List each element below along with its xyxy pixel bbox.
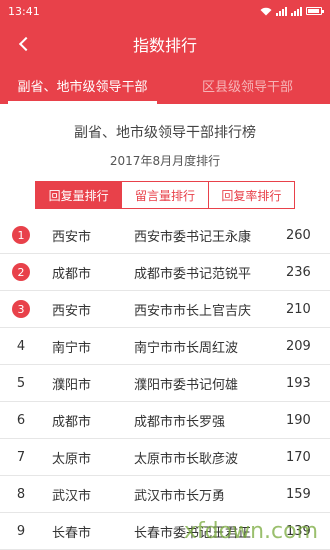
back-button[interactable] <box>10 30 38 58</box>
rank-number: 7 <box>16 449 26 465</box>
official-name: 成都市委书记范锐平 <box>134 266 252 282</box>
rank-badge: 3 <box>12 300 30 318</box>
signal-icon-2 <box>291 6 302 16</box>
segment-reply-count[interactable]: 回复量排行 <box>36 182 123 208</box>
official-name: 西安市市长上官吉庆 <box>134 303 252 319</box>
wifi-icon <box>260 7 272 15</box>
list-item[interactable]: 5 濮阳市 濮阳市委书记何雄 193 <box>0 365 330 402</box>
signal-icon <box>276 6 287 16</box>
official-name: 西安市委书记王永康 <box>134 229 252 245</box>
reply-count: 170 <box>286 449 311 465</box>
watermark: xfdown.com <box>183 519 318 544</box>
reply-count: 159 <box>286 486 311 502</box>
rank-number: 8 <box>16 486 26 502</box>
official-name: 武汉市市长万勇 <box>134 488 226 504</box>
rank-number: 6 <box>16 412 26 428</box>
status-time: 13:41 <box>8 4 40 18</box>
city-name: 太原市 <box>52 451 92 467</box>
rank-number: 5 <box>16 375 26 391</box>
reply-count: 210 <box>286 301 311 317</box>
official-name: 南宁市市长周红波 <box>134 340 239 356</box>
city-name: 长春市 <box>52 525 92 541</box>
list-item[interactable]: 3 西安市 西安市市长上官吉庆 210 <box>0 291 330 328</box>
official-name: 太原市市长耿彦波 <box>134 451 239 467</box>
reply-count: 260 <box>286 227 311 243</box>
tab-county-district[interactable]: 区县级领导干部 <box>165 66 330 104</box>
rank-badge: 2 <box>12 263 30 281</box>
reply-count: 193 <box>286 375 311 391</box>
city-name: 南宁市 <box>52 340 92 356</box>
segment-reply-rate[interactable]: 回复率排行 <box>208 182 294 208</box>
official-name: 濮阳市委书记何雄 <box>134 377 239 393</box>
city-name: 成都市 <box>52 414 92 430</box>
list-item[interactable]: 6 成都市 成都市市长罗强 190 <box>0 402 330 439</box>
tab-bar: 副省、地市级领导干部 区县级领导干部 <box>0 66 330 104</box>
rank-badge: 1 <box>12 226 30 244</box>
list-item[interactable]: 4 南宁市 南宁市市长周红波 209 <box>0 328 330 365</box>
reply-count: 236 <box>286 264 311 280</box>
list-item[interactable]: 1 西安市 西安市委书记王永康 260 <box>0 217 330 254</box>
ranking-period: 2017年8月月度排行 <box>109 154 221 168</box>
rank-number: 9 <box>16 523 26 539</box>
segment-message-count[interactable]: 留言量排行 <box>122 182 209 208</box>
status-bar: 13:41 <box>0 0 330 22</box>
ranking-heading: 副省、地市级领导干部排行榜 <box>74 125 256 141</box>
reply-count: 190 <box>286 412 311 428</box>
tab-provincial-municipal[interactable]: 副省、地市级领导干部 <box>0 66 165 104</box>
list-item[interactable]: 7 太原市 太原市市长耿彦波 170 <box>0 439 330 476</box>
list-item[interactable]: 8 武汉市 武汉市市长万勇 159 <box>0 476 330 513</box>
city-name: 西安市 <box>52 229 92 245</box>
city-name: 西安市 <box>52 303 92 319</box>
ranking-type-selector: 回复量排行 留言量排行 回复率排行 <box>35 181 295 209</box>
title-bar: 指数排行 <box>0 22 330 66</box>
city-name: 武汉市 <box>52 488 92 504</box>
city-name: 成都市 <box>52 266 92 282</box>
rank-number: 4 <box>16 338 26 354</box>
city-name: 濮阳市 <box>52 377 92 393</box>
status-icons <box>260 6 324 16</box>
list-item[interactable]: 2 成都市 成都市委书记范锐平 236 <box>0 254 330 291</box>
back-arrow-icon <box>18 36 34 52</box>
official-name: 成都市市长罗强 <box>134 414 226 430</box>
app-header: 13:41 指数排行 副省、地市级领导干部 区县级领导干部 <box>0 0 330 104</box>
battery-icon <box>306 7 324 15</box>
ranking-list: 1 西安市 西安市委书记王永康 260 2 成都市 成都市委书记范锐平 236 … <box>0 217 330 550</box>
reply-count: 209 <box>286 338 311 354</box>
page-title: 指数排行 <box>132 36 197 55</box>
